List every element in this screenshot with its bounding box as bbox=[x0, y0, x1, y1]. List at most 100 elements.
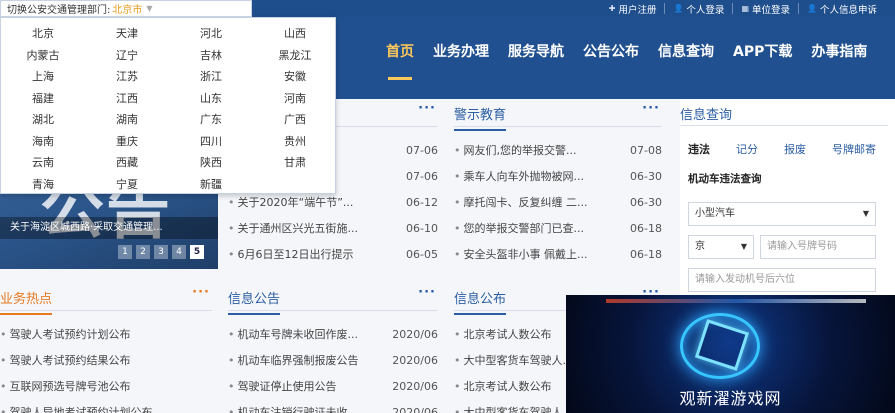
list-item-title: • 乘车人向车外抛物被网... bbox=[454, 168, 584, 184]
list-item[interactable]: • 6月6日至12日出行提示 06-05 bbox=[228, 241, 438, 267]
region-option[interactable]: 陕西 bbox=[169, 152, 253, 174]
banner-page-dot[interactable]: 2 bbox=[136, 245, 150, 259]
region-option[interactable]: 河北 bbox=[169, 23, 253, 45]
section-title[interactable]: 信息公布 bbox=[454, 288, 507, 315]
region-option[interactable]: 天津 bbox=[85, 23, 169, 45]
list-item-date: 06-10 bbox=[406, 221, 438, 235]
region-option[interactable]: 山东 bbox=[169, 88, 253, 110]
nav-item-2[interactable]: 服务导航 bbox=[508, 41, 564, 61]
region-option[interactable]: 湖北 bbox=[1, 109, 85, 131]
plate-prefix-select[interactable]: 京 ▼ bbox=[688, 235, 754, 259]
region-option[interactable]: 北京 bbox=[1, 23, 85, 45]
region-option[interactable]: 内蒙古 bbox=[1, 45, 85, 67]
banner-pager: 12345 bbox=[118, 245, 204, 259]
region-option[interactable]: 湖南 bbox=[85, 109, 169, 131]
list-item[interactable]: • 您的举报交警部门已查... 06-18 bbox=[454, 215, 662, 241]
nav-item-0[interactable]: 首页 bbox=[386, 41, 414, 80]
nav-item-3[interactable]: 公告公布 bbox=[583, 41, 639, 61]
region-option[interactable]: 海南 bbox=[1, 131, 85, 153]
info-tab-3[interactable]: 号牌邮寄 bbox=[832, 141, 880, 157]
list-item-date: 06-30 bbox=[630, 195, 662, 209]
engine-number-input[interactable]: 请输入发动机号后六位 bbox=[688, 268, 876, 292]
more-button[interactable]: ··· bbox=[192, 285, 210, 300]
banner-page-dot[interactable]: 5 bbox=[190, 245, 204, 259]
region-option[interactable]: 西藏 bbox=[85, 152, 169, 174]
toplink-0[interactable]: ✚ 用户注册 bbox=[601, 3, 665, 16]
banner-page-dot[interactable]: 1 bbox=[118, 245, 132, 259]
region-option[interactable]: 山西 bbox=[253, 23, 337, 45]
list-item-text: 关于通州区兴光五街施... bbox=[237, 222, 359, 235]
nav-item-1[interactable]: 业务办理 bbox=[433, 41, 489, 61]
more-button[interactable]: ··· bbox=[418, 101, 436, 116]
banner-caption[interactable]: 关于海淀区城西路·采取交通管理... bbox=[0, 217, 218, 239]
list-item[interactable]: • 安全头盔非小事 佩戴上... 06-18 bbox=[454, 241, 662, 267]
list-item-date: 2020/06 bbox=[392, 405, 438, 413]
bullet-icon: • bbox=[228, 380, 235, 393]
toplink-2[interactable]: ▦ 单位登录 bbox=[732, 3, 798, 16]
region-option[interactable]: 广东 bbox=[169, 109, 253, 131]
region-option[interactable]: 江苏 bbox=[85, 66, 169, 88]
region-option[interactable]: 河南 bbox=[253, 88, 337, 110]
region-option[interactable]: 青海 bbox=[1, 174, 85, 196]
business-hotspot-list: • 驾驶人考试预约计划公布 • 驾驶人考试预约结果公布 • 互联网预选号牌号池公布 • 驾驶人… bbox=[0, 321, 212, 413]
list-item[interactable]: • 驾驶人考试预约结果公布 bbox=[0, 347, 212, 373]
list-item[interactable]: • 网友们,您的举报交警... 07-08 bbox=[454, 137, 662, 163]
region-current[interactable]: 北京市 bbox=[112, 1, 142, 16]
list-item-text: 安全头盔非小事 佩戴上... bbox=[463, 248, 588, 261]
region-option[interactable]: 吉林 bbox=[169, 45, 253, 67]
nav-item-6[interactable]: 办事指南 bbox=[811, 41, 867, 61]
region-option[interactable]: 宁夏 bbox=[85, 174, 169, 196]
main-nav: 首页 业务办理 服务导航 公告公布 信息查询 APP下载 办事指南 bbox=[386, 41, 886, 80]
region-option[interactable]: 江西 bbox=[85, 88, 169, 110]
region-option[interactable]: 贵州 bbox=[253, 131, 337, 153]
nav-item-5[interactable]: APP下载 bbox=[733, 41, 792, 61]
section-title[interactable]: 信息公告 bbox=[228, 288, 281, 315]
banner-page-dot[interactable]: 3 bbox=[154, 245, 168, 259]
section-title[interactable]: 警示教育 bbox=[454, 104, 507, 131]
list-item[interactable]: • 乘车人向车外抛物被网... 06-30 bbox=[454, 163, 662, 189]
list-item[interactable]: • 机动车注销行驶证未收... 2020/06 bbox=[228, 399, 438, 413]
more-button[interactable]: ··· bbox=[642, 101, 660, 116]
nav-item-4[interactable]: 信息查询 bbox=[658, 41, 714, 61]
section-title[interactable]: 业务热点 bbox=[0, 288, 53, 315]
info-tab-1[interactable]: 记分 bbox=[736, 141, 784, 157]
list-item-text: 乘车人向车外抛物被网... bbox=[463, 170, 585, 183]
list-item[interactable]: • 驾驶人考试预约计划公布 bbox=[0, 321, 212, 347]
region-option[interactable]: 安徽 bbox=[253, 66, 337, 88]
toplink-label: 个人登录 bbox=[686, 4, 725, 16]
list-item[interactable]: • 机动车号牌未收回作废... 2020/06 bbox=[228, 321, 438, 347]
toplink-3[interactable]: 👤 个人信息申诉 bbox=[798, 3, 885, 16]
region-option[interactable]: 新疆 bbox=[169, 174, 253, 196]
region-option[interactable]: 云南 bbox=[1, 152, 85, 174]
info-tab-0[interactable]: 违法 bbox=[688, 141, 736, 157]
ad-decoration bbox=[606, 299, 866, 303]
vehicle-type-select[interactable]: 小型汽车 ▼ bbox=[688, 202, 876, 226]
bullet-icon: • bbox=[454, 406, 461, 413]
region-option[interactable]: 四川 bbox=[169, 131, 253, 153]
list-item-text: 驾驶人异地考试预约计划公布 bbox=[9, 406, 153, 413]
list-item[interactable]: • 关于通州区兴光五街施... 06-10 bbox=[228, 215, 438, 241]
list-item[interactable]: • 机动车临界强制报废公告 2020/06 bbox=[228, 347, 438, 373]
toplink-1[interactable]: 👤 个人登录 bbox=[664, 3, 732, 16]
list-item-date: 07-06 bbox=[406, 169, 438, 183]
list-item[interactable]: • 摩托闯卡、反复纠缠 二... 06-30 bbox=[454, 189, 662, 215]
region-option[interactable]: 黑龙江 bbox=[253, 45, 337, 67]
info-tab-2[interactable]: 报废 bbox=[784, 141, 832, 157]
region-option[interactable]: 辽宁 bbox=[85, 45, 169, 67]
region-option[interactable]: 浙江 bbox=[169, 66, 253, 88]
more-button[interactable]: ··· bbox=[418, 285, 436, 300]
region-option[interactable]: 重庆 bbox=[85, 131, 169, 153]
list-item-text: 您的举报交警部门已查... bbox=[463, 222, 585, 235]
ad-banner[interactable]: 观新濯游戏网 bbox=[566, 295, 895, 413]
list-item[interactable]: • 驾驶证停止使用公告 2020/06 bbox=[228, 373, 438, 399]
region-option[interactable]: 甘肃 bbox=[253, 152, 337, 174]
toplink-label: 单位登录 bbox=[752, 4, 791, 16]
list-item[interactable]: • 互联网预选号牌号池公布 bbox=[0, 373, 212, 399]
region-option[interactable]: 福建 bbox=[1, 88, 85, 110]
banner-page-dot[interactable]: 4 bbox=[172, 245, 186, 259]
region-option[interactable]: 广西 bbox=[253, 109, 337, 131]
plate-number-input[interactable]: 请输入号牌号码 bbox=[760, 235, 876, 259]
region-option[interactable]: 上海 bbox=[1, 66, 85, 88]
list-item[interactable]: • 驾驶人异地考试预约计划公布 bbox=[0, 399, 212, 413]
region-switcher[interactable]: 切换公安交通管理部门: 北京市 ▼ bbox=[0, 0, 252, 17]
